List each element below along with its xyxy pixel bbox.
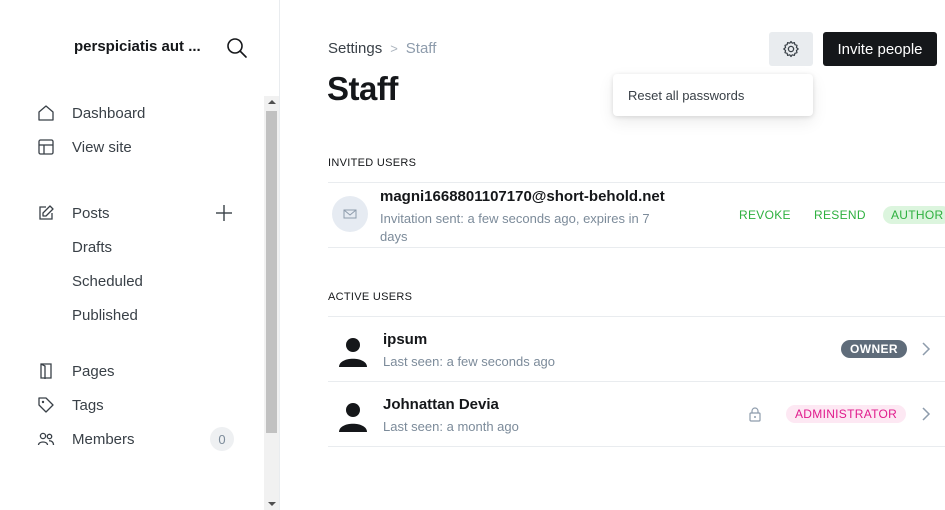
- breadcrumb-current: Staff: [405, 40, 437, 57]
- invited-users-label: INVITED USERS: [328, 157, 417, 169]
- chevron-right-icon: [920, 339, 932, 359]
- nav-members[interactable]: Members: [36, 425, 135, 453]
- active-user-row[interactable]: ipsum Last seen: a few seconds ago OWNER: [328, 317, 945, 381]
- divider: [328, 247, 945, 248]
- sidebar-scrollbar[interactable]: [264, 96, 279, 510]
- revoke-invite-link[interactable]: REVOKE: [739, 208, 791, 222]
- home-icon: [36, 103, 56, 123]
- nav-published[interactable]: Published: [72, 303, 138, 327]
- user-avatar-icon: [338, 401, 368, 433]
- nav-posts-label: Posts: [72, 204, 110, 222]
- nav-scheduled[interactable]: Scheduled: [72, 269, 143, 293]
- sidebar: perspiciatis aut ... Dashboard View site…: [0, 0, 280, 510]
- mail-icon: [332, 196, 368, 232]
- search-icon[interactable]: [226, 37, 248, 59]
- active-users-label: ACTIVE USERS: [328, 291, 413, 303]
- layout-icon: [36, 137, 56, 157]
- resend-invite-link[interactable]: RESEND: [814, 208, 866, 222]
- scrollbar-thumb[interactable]: [266, 111, 277, 433]
- invite-people-button[interactable]: Invite people: [823, 32, 937, 66]
- invite-meta: Invitation sent: a few seconds ago, expi…: [380, 211, 650, 244]
- scroll-up-arrow-icon[interactable]: [264, 96, 279, 108]
- user-name: Johnattan Devia: [383, 396, 499, 413]
- breadcrumb-settings[interactable]: Settings: [328, 40, 382, 57]
- nav-dashboard-label: Dashboard: [72, 104, 146, 122]
- nav-tags[interactable]: Tags: [36, 391, 104, 419]
- role-badge-owner: OWNER: [841, 340, 907, 358]
- edit-icon: [36, 203, 56, 223]
- role-badge-administrator: ADMINISTRATOR: [786, 405, 907, 423]
- lock-icon: [748, 406, 762, 422]
- nav-posts[interactable]: Posts: [36, 199, 110, 227]
- page-icon: [36, 361, 56, 381]
- nav-dashboard[interactable]: Dashboard: [36, 99, 145, 127]
- site-title[interactable]: perspiciatis aut ...: [74, 38, 201, 55]
- user-avatar-icon: [338, 336, 368, 368]
- members-count-badge: 0: [210, 427, 234, 451]
- user-name: ipsum: [383, 331, 428, 348]
- chevron-right-icon: [920, 404, 932, 424]
- invited-user-row: magni1668801107170@short-behold.net Invi…: [328, 182, 945, 248]
- scroll-down-arrow-icon[interactable]: [264, 498, 279, 510]
- settings-menu-button[interactable]: [769, 32, 813, 66]
- page-title: Staff: [327, 70, 398, 107]
- user-last-seen: Last seen: a month ago: [383, 419, 519, 434]
- settings-dropdown: Reset all passwords: [613, 74, 813, 116]
- nav-pages[interactable]: Pages: [36, 357, 115, 385]
- nav-pages-label: Pages: [72, 362, 115, 380]
- add-post-icon[interactable]: [213, 202, 235, 224]
- nav-members-label: Members: [72, 430, 135, 448]
- gear-icon: [783, 40, 799, 58]
- active-user-row[interactable]: Johnattan Devia Last seen: a month ago A…: [328, 382, 945, 446]
- divider: [328, 446, 945, 447]
- tag-icon: [36, 395, 56, 415]
- user-last-seen: Last seen: a few seconds ago: [383, 354, 556, 369]
- role-badge-author: AUTHOR: [883, 206, 945, 224]
- reset-all-passwords-item[interactable]: Reset all passwords: [628, 88, 744, 103]
- breadcrumb: Settings > Staff: [328, 40, 436, 57]
- invite-email: magni1668801107170@short-behold.net: [380, 188, 665, 205]
- nav-drafts[interactable]: Drafts: [72, 235, 112, 259]
- breadcrumb-separator: >: [390, 41, 398, 56]
- nav-tags-label: Tags: [72, 396, 104, 414]
- nav-view-site-label: View site: [72, 138, 132, 156]
- members-icon: [36, 429, 56, 449]
- nav-view-site[interactable]: View site: [36, 133, 132, 161]
